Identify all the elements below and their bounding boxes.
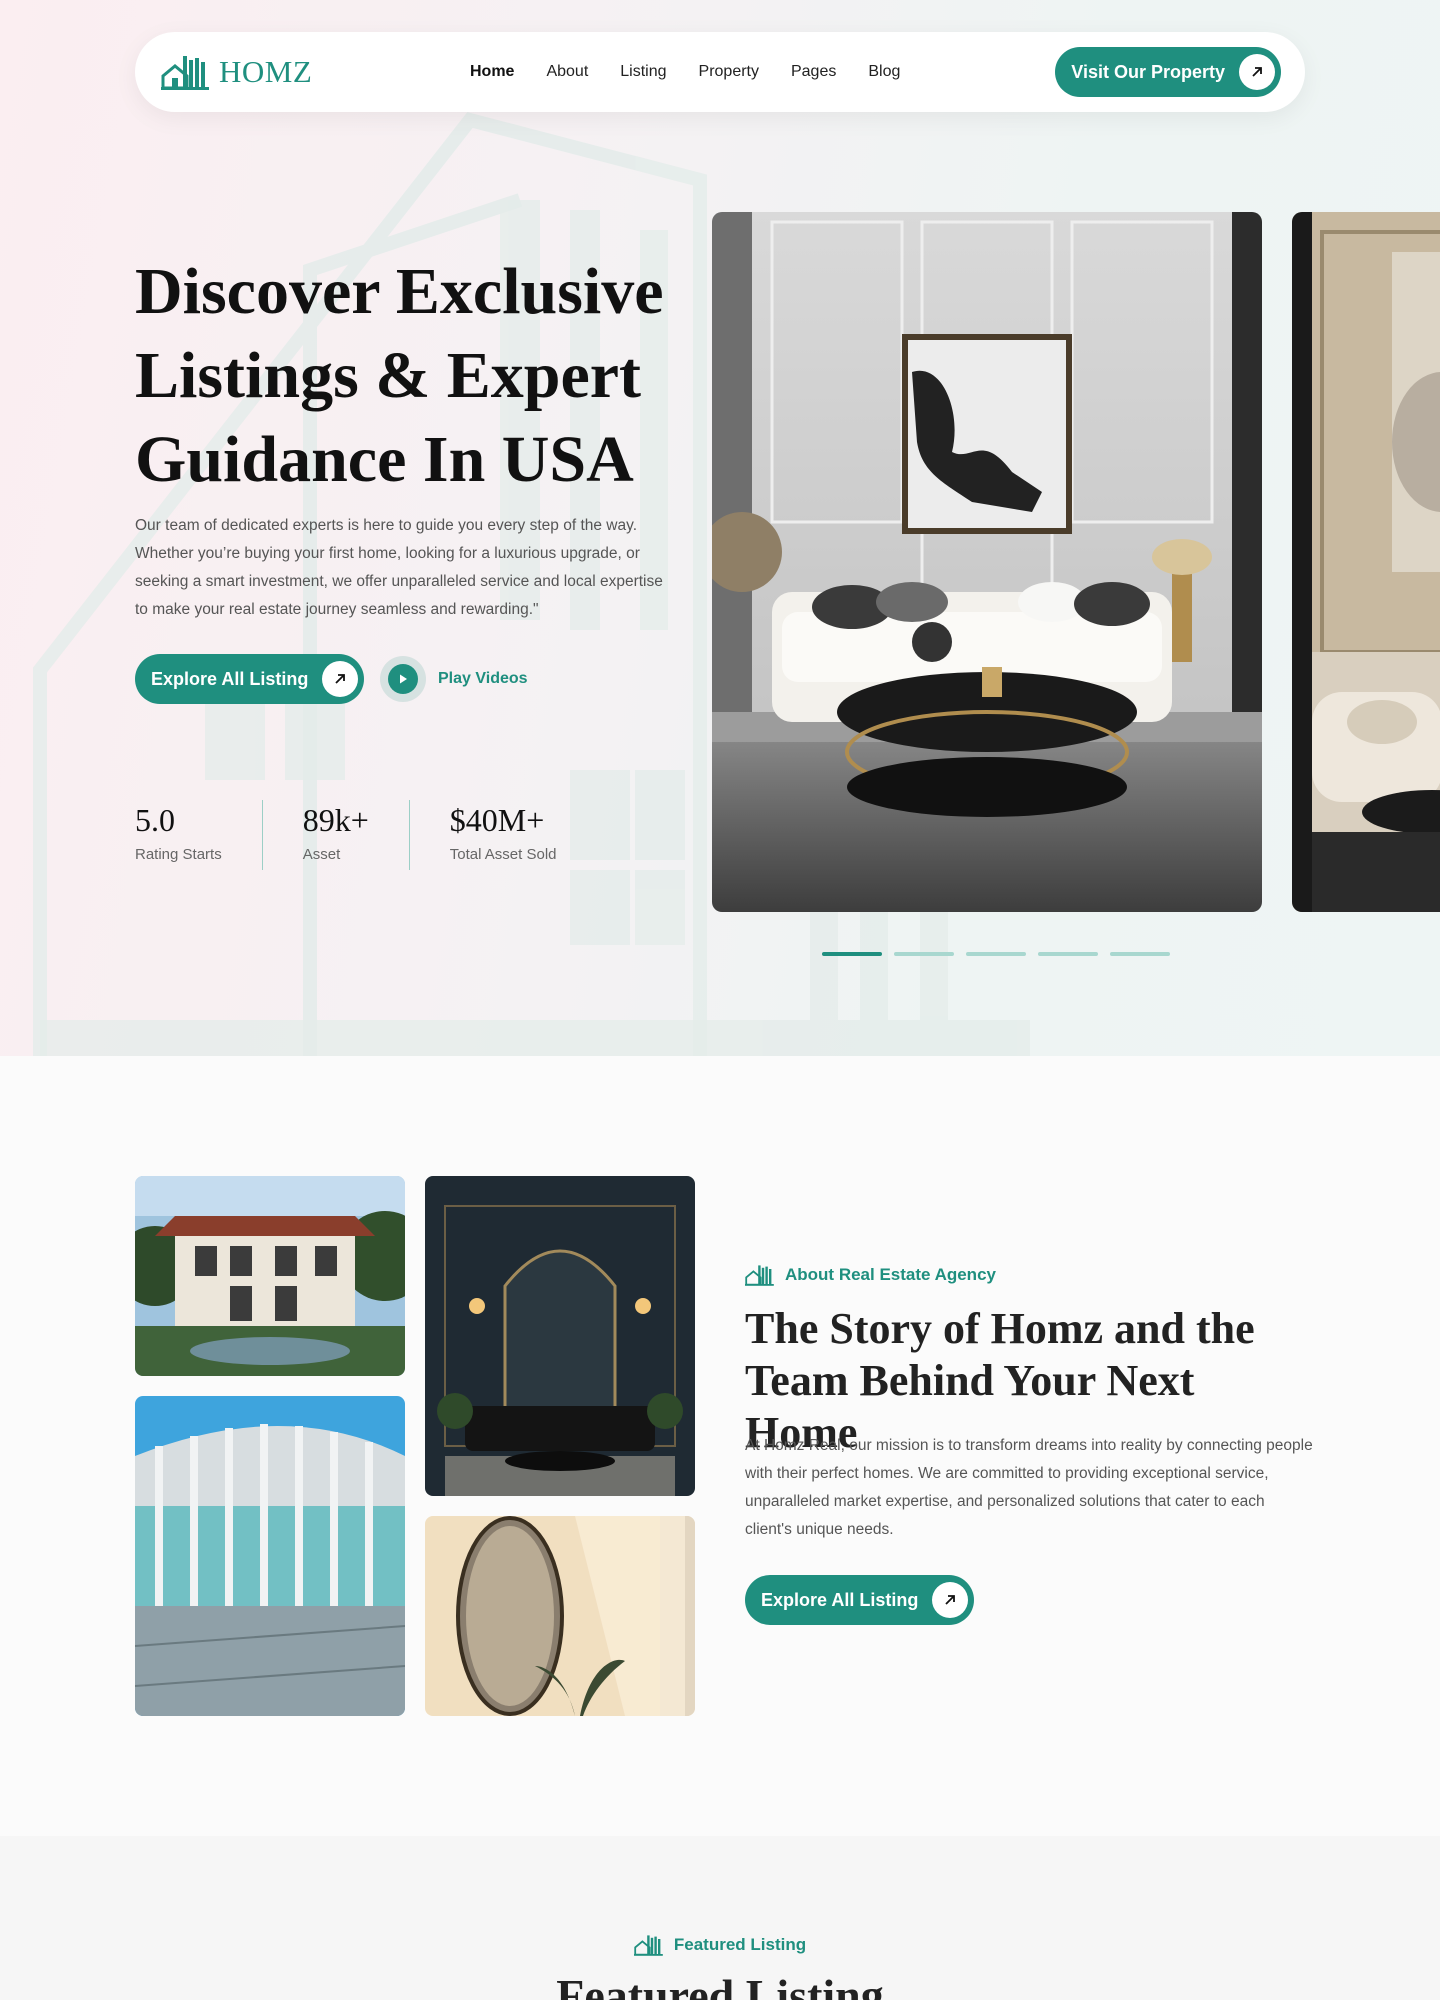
stat-rating: 5.0 Rating Starts [135, 800, 262, 870]
nav-link-listing[interactable]: Listing [620, 63, 666, 81]
brand-name: HOMZ [219, 54, 313, 89]
stat-value: $40M+ [449, 802, 545, 838]
villa-exterior-image [135, 1176, 405, 1376]
slider-dot[interactable] [1038, 952, 1098, 956]
top-navbar: HOMZ Home About Listing Property Pages B… [135, 32, 1305, 112]
about-explore-listing-button[interactable]: Explore All Listing [745, 1575, 975, 1625]
play-icon [380, 656, 426, 702]
stat-value: 89k+ [302, 802, 369, 838]
featured-tagline: Featured Listing [0, 1934, 1440, 1956]
featured-title: Featured Listing [556, 1970, 884, 2000]
arrow-up-right-icon [322, 661, 359, 697]
nav-link-pages[interactable]: Pages [791, 63, 836, 81]
play-videos-button[interactable]: Play Videos [380, 654, 528, 704]
hero-slide-next-image[interactable] [1292, 212, 1440, 912]
nav-link-about[interactable]: About [546, 63, 588, 81]
hero-title: Discover Exclusive Listings & Expert Gui… [135, 255, 664, 496]
nav-link-blog[interactable]: Blog [868, 63, 900, 81]
stat-label: Total Asset Sold [449, 846, 557, 863]
dark-interior-image [425, 1176, 695, 1496]
visit-property-button[interactable]: Visit Our Property [1055, 47, 1281, 97]
stat-value: 5.0 [135, 802, 175, 838]
about-description: At Homz Real, our mission is to transfor… [745, 1437, 1313, 1538]
mirror-interior-image [425, 1516, 695, 1716]
nav-links: Home About Listing Property Pages Blog [470, 32, 900, 112]
featured-tagline-label: Featured Listing [673, 1935, 807, 1954]
visit-property-label: Visit Our Property [1071, 61, 1225, 82]
stat-total-sold: $40M+ Total Asset Sold [408, 800, 597, 870]
arrow-up-right-icon [1239, 54, 1275, 90]
slider-pagination [822, 952, 1170, 956]
house-logo-icon [745, 1265, 774, 1286]
stat-label: Asset [302, 846, 341, 863]
slider-dot[interactable] [1110, 952, 1170, 956]
modern-building-image [135, 1396, 405, 1716]
explore-listing-label: Explore All Listing [151, 668, 309, 689]
stats-row: 5.0 Rating Starts 89k+ Asset $40M+ Total… [135, 800, 597, 870]
nav-link-home[interactable]: Home [470, 63, 514, 81]
slider-dot[interactable] [822, 952, 882, 956]
about-explore-listing-label: Explore All Listing [761, 1589, 919, 1610]
house-logo-icon [161, 56, 209, 90]
arrow-up-right-icon [932, 1582, 969, 1618]
hero-slide-living-room-image[interactable] [712, 212, 1262, 912]
explore-listing-button[interactable]: Explore All Listing [135, 654, 365, 704]
logo[interactable]: HOMZ [161, 52, 312, 92]
hero-description: Our team of dedicated experts is here to… [135, 517, 663, 618]
play-videos-label: Play Videos [438, 670, 528, 687]
slider-dot[interactable] [966, 952, 1026, 956]
nav-link-property[interactable]: Property [699, 63, 759, 81]
house-logo-icon [633, 1935, 663, 1956]
hero-section: HOMZ Home About Listing Property Pages B… [0, 0, 1440, 1056]
stat-label: Rating Starts [135, 846, 222, 863]
slider-dot[interactable] [894, 952, 954, 956]
stat-asset: 89k+ Asset [261, 800, 409, 870]
about-tagline-label: About Real Estate Agency [785, 1265, 996, 1284]
about-tagline: About Real Estate Agency [745, 1264, 996, 1286]
